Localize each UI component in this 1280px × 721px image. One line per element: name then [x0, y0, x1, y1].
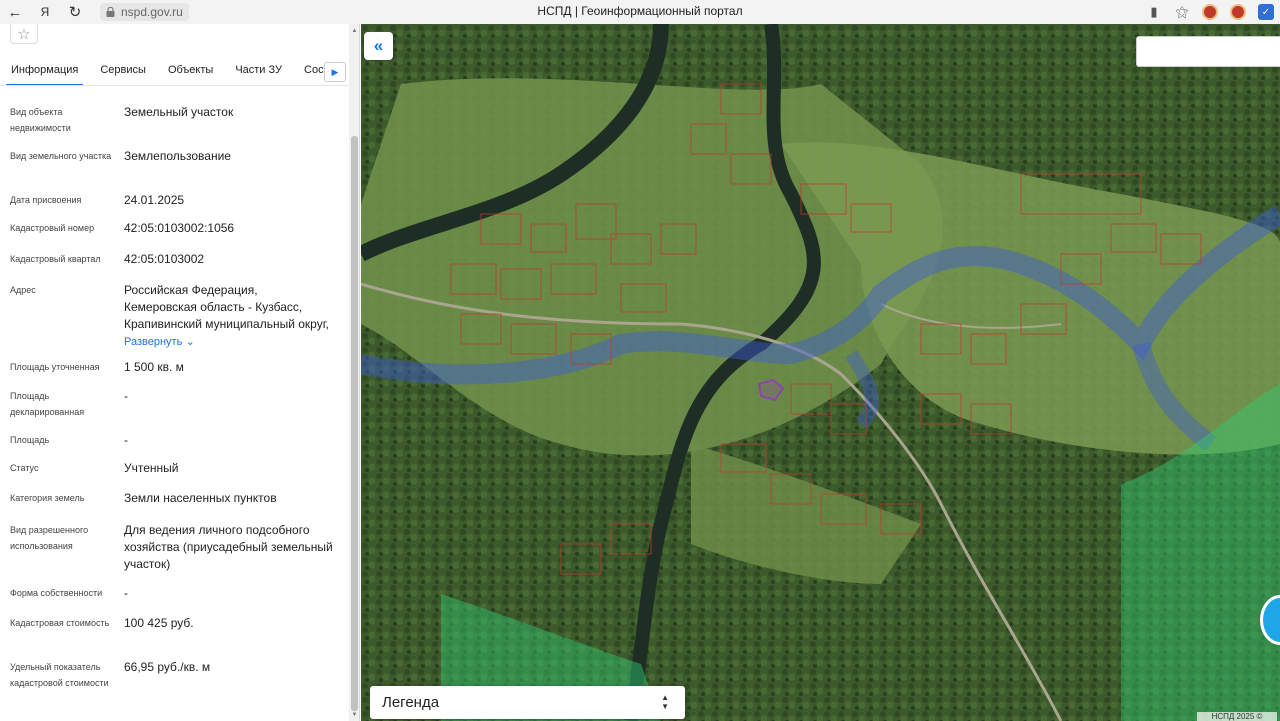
info-label: Вид земельного участка [10, 151, 112, 161]
legend-select[interactable]: Легенда ▲ ▼ [370, 686, 685, 719]
info-tabs: Информация Сервисы Объекты Части ЗУ Сост… [0, 58, 348, 86]
info-value: 100 425 руб. [124, 616, 194, 630]
object-info-panel: ☆ Информация Сервисы Объекты Части ЗУ Со… [0, 24, 360, 721]
scrollbar-thumb[interactable] [351, 136, 358, 711]
yandex-icon[interactable]: Я [30, 0, 60, 24]
map-view[interactable]: « Легенда ▲ ▼ НСПД 2025 © [361, 24, 1280, 721]
map-copyright: НСПД 2025 © [1197, 712, 1277, 721]
address-line: Российская Федерация, [124, 283, 258, 297]
info-value: Учтенный [124, 461, 179, 475]
url-text: nspd.gov.ru [121, 5, 183, 19]
address-bar[interactable]: nspd.gov.ru [100, 3, 189, 21]
browser-right-icons: ▮ ⚝ ✓ [1144, 0, 1280, 24]
chevron-down-icon: ⌄ [185, 336, 195, 348]
browser-toolbar: ← Я ↻ nspd.gov.ru НСПД | Геоинформационн… [0, 0, 1280, 24]
info-value: 66,95 руб./кв. м [124, 660, 211, 674]
info-label: Площадь уточненная [10, 362, 100, 372]
tab-objects[interactable]: Объекты [157, 58, 224, 85]
info-label: Удельный показатель кадастровой стоимост… [10, 662, 109, 688]
info-label: Дата присвоения [10, 195, 82, 205]
info-value: Землепользование [124, 149, 231, 163]
info-value[interactable]: 42:05:0103002:1056 [124, 220, 346, 237]
address-line: Крапивинский муниципальный округ, [124, 317, 329, 331]
reload-icon[interactable]: ↻ [60, 0, 90, 24]
scroll-up-icon[interactable]: ▲ [351, 28, 358, 34]
info-label: Категория земель [10, 493, 85, 503]
panel-scrollbar[interactable]: ▲ ▼ [349, 24, 359, 721]
info-label: Статус [10, 463, 39, 473]
info-value[interactable]: 42:05:0103002 [124, 251, 346, 268]
map-search-input[interactable] [1136, 36, 1280, 67]
tabs-scroll-right-button[interactable]: ▶ [324, 62, 346, 82]
info-value: Земельный участок [124, 105, 234, 119]
tab-information[interactable]: Информация [0, 58, 89, 85]
expand-label: Развернуть [124, 336, 183, 348]
tab-services[interactable]: Сервисы [89, 58, 157, 85]
scroll-down-icon[interactable]: ▼ [351, 712, 358, 718]
info-label: Кадастровый квартал [10, 254, 101, 264]
info-label: Площадь декларированная [10, 391, 85, 417]
info-label: Кадастровая стоимость [10, 618, 110, 628]
bookmark-icon[interactable]: ▮ [1144, 2, 1164, 22]
info-value: Для ведения личного подсобного хозяйства… [124, 523, 333, 571]
legend-label: Легенда [382, 694, 440, 711]
info-value: - [124, 586, 128, 600]
extension-3-icon[interactable]: ✓ [1256, 2, 1276, 22]
info-value: Земли населенных пунктов [124, 491, 277, 505]
double-chevron-left-icon[interactable]: « [364, 32, 393, 60]
info-label: Вид объекта недвижимости [10, 107, 71, 133]
info-value: 24.01.2025 [124, 193, 185, 207]
star-icon[interactable]: ☆ [10, 24, 38, 44]
info-value: 1 500 кв. м [124, 360, 184, 374]
back-arrow-icon[interactable]: ← [0, 0, 30, 24]
info-label: Вид разрешенного использования [10, 525, 89, 551]
info-label: Адрес [10, 285, 36, 295]
satellite-imagery [361, 24, 1280, 721]
extension-2-icon[interactable] [1228, 2, 1248, 22]
tab-parts[interactable]: Части ЗУ [224, 58, 293, 85]
page-title: НСПД | Геоинформационный портал [537, 4, 743, 18]
info-value: - [124, 433, 128, 447]
address-line: Кемеровская область - Кузбасс, [124, 300, 303, 314]
extensions-icon[interactable]: ⚝ [1172, 2, 1192, 22]
lock-icon [106, 7, 115, 17]
info-label: Форма собственности [10, 588, 103, 598]
select-arrows-icon: ▲ ▼ [661, 693, 669, 711]
info-label: Кадастровый номер [10, 223, 95, 233]
expand-address-link[interactable]: Развернуть ⌄ [124, 333, 346, 351]
info-label: Площадь [10, 435, 50, 445]
extension-1-icon[interactable] [1200, 2, 1220, 22]
address-value: Российская Федерация, Кемеровская област… [124, 282, 346, 351]
info-value: - [124, 389, 128, 403]
